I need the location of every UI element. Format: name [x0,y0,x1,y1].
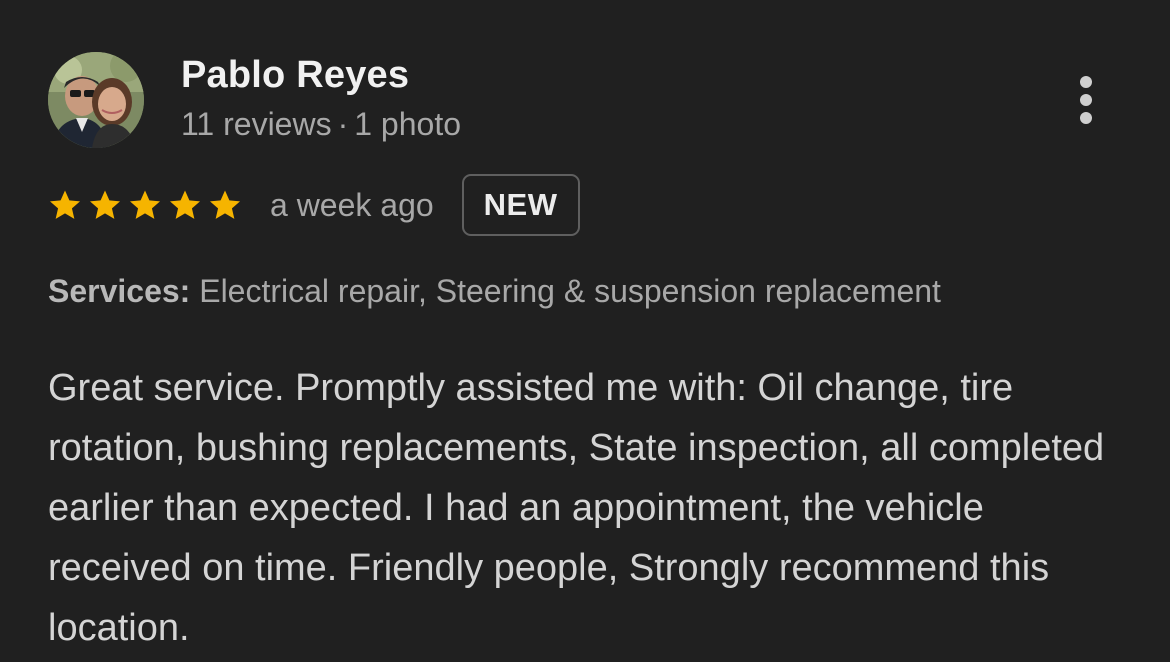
review-text: Great service. Promptly assisted me with… [48,367,1105,649]
services-line: Services: Electrical repair, Steering & … [48,273,941,310]
rating-row: a week ago NEW [48,172,580,238]
star-icon [49,190,81,219]
photo-count: 1 photo [354,106,461,142]
star-icon [89,190,121,219]
meta-separator: · [337,106,349,142]
star-icon [169,190,201,219]
more-options-button[interactable] [1064,70,1108,130]
services-value: Electrical repair, Steering & suspension… [199,273,941,309]
services-label: Services: [48,273,191,309]
more-vert-icon-dot [1080,94,1092,106]
profile-photo-image [48,52,144,148]
more-vert-icon [1080,76,1092,88]
author-name[interactable]: Pablo Reyes [181,54,409,97]
avatar[interactable] [48,52,144,148]
star-icon [129,190,161,219]
star-icon [209,190,241,219]
new-badge: NEW [461,174,580,236]
star-rating [48,188,248,222]
author-meta: 11 reviews · 1 photo [181,106,461,143]
review-date: a week ago [270,186,434,223]
more-vert-icon-dot [1080,112,1092,124]
review-card: Pablo Reyes 11 reviews · 1 photo a week ag… [0,0,1170,662]
review-count: 11 reviews [181,106,332,142]
